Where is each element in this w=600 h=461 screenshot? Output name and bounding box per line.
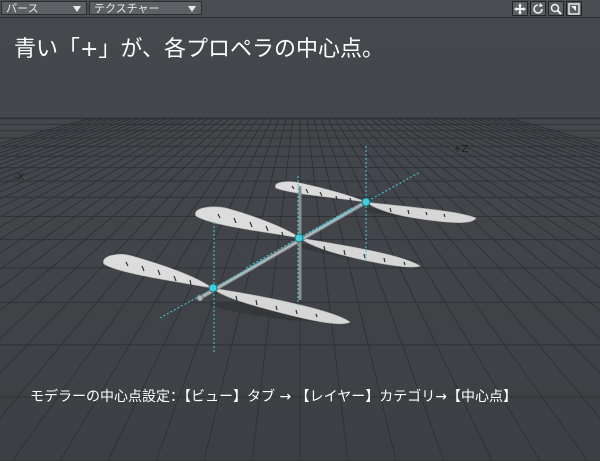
axis-z-label: +Z (453, 144, 468, 155)
chevron-down-icon (73, 6, 81, 12)
pivot-point-center (294, 233, 304, 243)
modeler-viewport[interactable]: -X +Z パース テクスチャー 青い「+」が、各プロペラの中心点。 モデラーの… (0, 0, 600, 461)
maximize-viewport-button[interactable] (566, 1, 582, 16)
shading-mode-label: テクスチャー (94, 2, 160, 15)
drone-frame (196, 186, 368, 302)
view-mode-label: パース (6, 2, 39, 15)
viewport-toolbar: パース テクスチャー (0, 0, 600, 18)
pivot-markers (159, 146, 421, 354)
move-view-icon (514, 3, 526, 15)
zoom-view-button[interactable] (548, 1, 564, 16)
viewport-caption: モデラーの中心点設定：【ビュー】タブ → 【レイヤー】カテゴリ→【中心点】 (30, 389, 517, 405)
rotate-view-button[interactable] (530, 1, 546, 16)
viewport-title: 青い「+」が、各プロペラの中心点。 (14, 37, 384, 62)
rotate-view-icon (533, 3, 543, 14)
pivot-point-right (361, 197, 371, 207)
view-mode-dropdown[interactable]: パース (1, 1, 87, 15)
chevron-down-icon (188, 6, 196, 12)
shading-mode-dropdown[interactable]: テクスチャー (89, 1, 202, 15)
maximize-viewport-icon (568, 3, 580, 15)
move-view-button[interactable] (512, 1, 528, 16)
axis-x-label: -X (14, 172, 24, 183)
zoom-view-icon (550, 3, 562, 15)
pivot-point-left (208, 283, 218, 293)
